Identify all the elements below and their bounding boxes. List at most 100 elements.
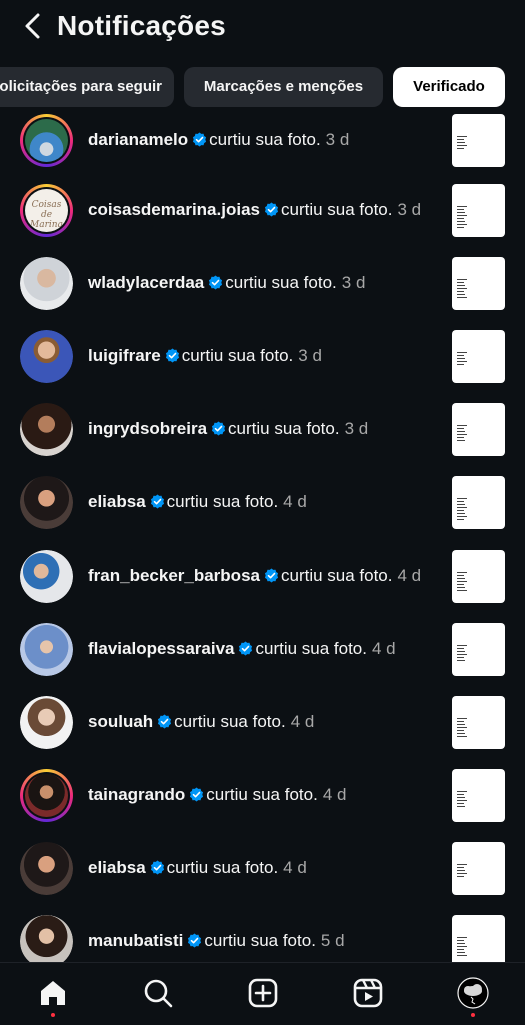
verified-badge-icon — [165, 348, 179, 363]
notification-list: darianamelo curtiu sua foto. 3 d Coisas de … — [0, 114, 525, 962]
avatar-image — [25, 774, 68, 817]
profile-avatar-icon[interactable] — [457, 977, 489, 1009]
tab-bar: Solicitações para seguir Marcações e men… — [0, 67, 525, 107]
verified-badge-icon — [158, 714, 172, 729]
avatar-image — [20, 915, 73, 962]
avatar-image — [20, 696, 73, 749]
username[interactable]: luigifrare — [88, 346, 161, 365]
avatar-story-ring[interactable] — [20, 114, 73, 167]
notification-row[interactable]: eliabsa curtiu sua foto. 4 d — [0, 476, 525, 549]
verified-badge-icon — [239, 641, 253, 656]
notification-time: 4 d — [283, 858, 307, 877]
username[interactable]: eliabsa — [88, 858, 146, 877]
post-thumbnail[interactable] — [452, 403, 505, 456]
tab-verified[interactable]: Verificado — [393, 67, 505, 107]
post-thumbnail[interactable] — [452, 184, 505, 237]
notification-action: curtiu sua foto. — [225, 273, 337, 292]
home-icon[interactable] — [37, 977, 69, 1009]
notification-time: 4 d — [372, 639, 396, 658]
notification-row[interactable]: souluah curtiu sua foto. 4 d — [0, 696, 525, 769]
avatar[interactable] — [20, 842, 73, 895]
avatar[interactable] — [20, 623, 73, 676]
username[interactable]: tainagrando — [88, 785, 185, 804]
notification-row[interactable]: manubatisti curtiu sua foto. 5 d — [0, 915, 525, 962]
verified-badge-icon — [150, 860, 164, 875]
avatar-story-ring[interactable]: Coisas de Marina — [20, 184, 73, 237]
post-thumbnail[interactable] — [452, 114, 505, 167]
notification-text: coisasdemarina.joias curtiu sua foto. 3 d — [88, 198, 421, 222]
verified-badge-icon — [264, 568, 279, 583]
notification-time: 3 d — [341, 273, 366, 292]
notification-action: curtiu sua foto. — [209, 130, 321, 149]
verified-badge-icon — [211, 421, 226, 436]
avatar[interactable] — [20, 476, 73, 529]
username[interactable]: ingrydsobreira — [88, 419, 207, 438]
avatar[interactable] — [20, 915, 73, 962]
notification-row[interactable]: ingrydsobreira curtiu sua foto. 3 d — [0, 403, 525, 476]
post-thumbnail[interactable] — [452, 696, 505, 749]
search-icon[interactable] — [142, 977, 174, 1009]
back-arrow-icon[interactable] — [22, 11, 46, 41]
notification-text: eliabsa curtiu sua foto. 4 d — [88, 856, 307, 880]
notification-row[interactable]: eliabsa curtiu sua foto. 4 d — [0, 842, 525, 915]
post-thumbnail[interactable] — [452, 257, 505, 310]
thumbnail-text-lines — [457, 136, 467, 151]
avatar-story-ring[interactable] — [20, 769, 73, 822]
avatar[interactable] — [20, 696, 73, 749]
post-thumbnail[interactable] — [452, 623, 505, 676]
reels-icon[interactable] — [352, 977, 384, 1009]
notification-row[interactable]: darianamelo curtiu sua foto. 3 d — [0, 114, 525, 187]
notification-action: curtiu sua foto. — [280, 566, 393, 585]
avatar-image — [20, 403, 73, 456]
username[interactable]: wladylacerdaa — [88, 273, 204, 292]
post-thumbnail[interactable] — [452, 842, 505, 895]
tab-follow-requests[interactable]: Solicitações para seguir — [0, 67, 174, 107]
notification-action: curtiu sua foto. — [204, 931, 316, 950]
avatar-image — [20, 476, 73, 529]
post-thumbnail[interactable] — [452, 550, 505, 603]
notification-row[interactable]: flavialopessaraiva curtiu sua foto. 4 d — [0, 623, 525, 696]
username[interactable]: souluah — [88, 712, 153, 731]
notification-time: 4 d — [290, 712, 315, 731]
notification-time: 3 d — [397, 200, 422, 219]
create-icon[interactable] — [247, 977, 279, 1009]
post-thumbnail[interactable] — [452, 915, 505, 962]
username[interactable]: manubatisti — [88, 931, 183, 950]
avatar[interactable] — [20, 403, 73, 456]
username[interactable]: darianamelo — [88, 130, 188, 149]
notification-time: 4 d — [322, 785, 347, 804]
avatar-image — [20, 330, 73, 383]
notification-row[interactable]: luigifrare curtiu sua foto. 3 d — [0, 330, 525, 403]
avatar-image — [20, 550, 73, 603]
username[interactable]: coisasdemarina.joias — [88, 200, 260, 219]
avatar[interactable] — [20, 330, 73, 383]
thumbnail-text-lines — [457, 425, 467, 443]
notification-row[interactable]: Coisas de Marina coisasdemarina.joias curt… — [0, 184, 525, 257]
thumbnail-text-lines — [457, 206, 467, 230]
notification-row[interactable]: tainagrando curtiu sua foto. 4 d — [0, 769, 525, 842]
notification-time: 4 d — [283, 492, 307, 511]
post-thumbnail[interactable] — [452, 330, 505, 383]
verified-badge-icon — [150, 494, 164, 509]
notification-action: curtiu sua foto. — [181, 346, 294, 365]
username[interactable]: eliabsa — [88, 492, 146, 511]
profile-notification-dot — [471, 1013, 475, 1017]
notification-text: luigifrare curtiu sua foto. 3 d — [88, 344, 322, 368]
notification-row[interactable]: fran_becker_barbosa curtiu sua foto. 4 d — [0, 550, 525, 623]
avatar[interactable] — [20, 257, 73, 310]
username[interactable]: fran_becker_barbosa — [88, 566, 260, 585]
avatar[interactable] — [20, 550, 73, 603]
verified-badge-icon — [188, 933, 202, 948]
notification-row[interactable]: wladylacerdaa curtiu sua foto. 3 d — [0, 257, 525, 330]
verified-badge-icon — [190, 787, 204, 802]
tab-tags-mentions[interactable]: Marcações e menções — [184, 67, 383, 107]
notification-action: curtiu sua foto. — [174, 712, 286, 731]
notification-action: curtiu sua foto. — [206, 785, 318, 804]
post-thumbnail[interactable] — [452, 476, 505, 529]
post-thumbnail[interactable] — [452, 769, 505, 822]
notification-time: 3 d — [344, 419, 369, 438]
username[interactable]: flavialopessaraiva — [88, 639, 234, 658]
avatar-image — [20, 623, 73, 676]
notification-action: curtiu sua foto. — [166, 858, 279, 877]
thumbnail-text-lines — [457, 279, 467, 300]
